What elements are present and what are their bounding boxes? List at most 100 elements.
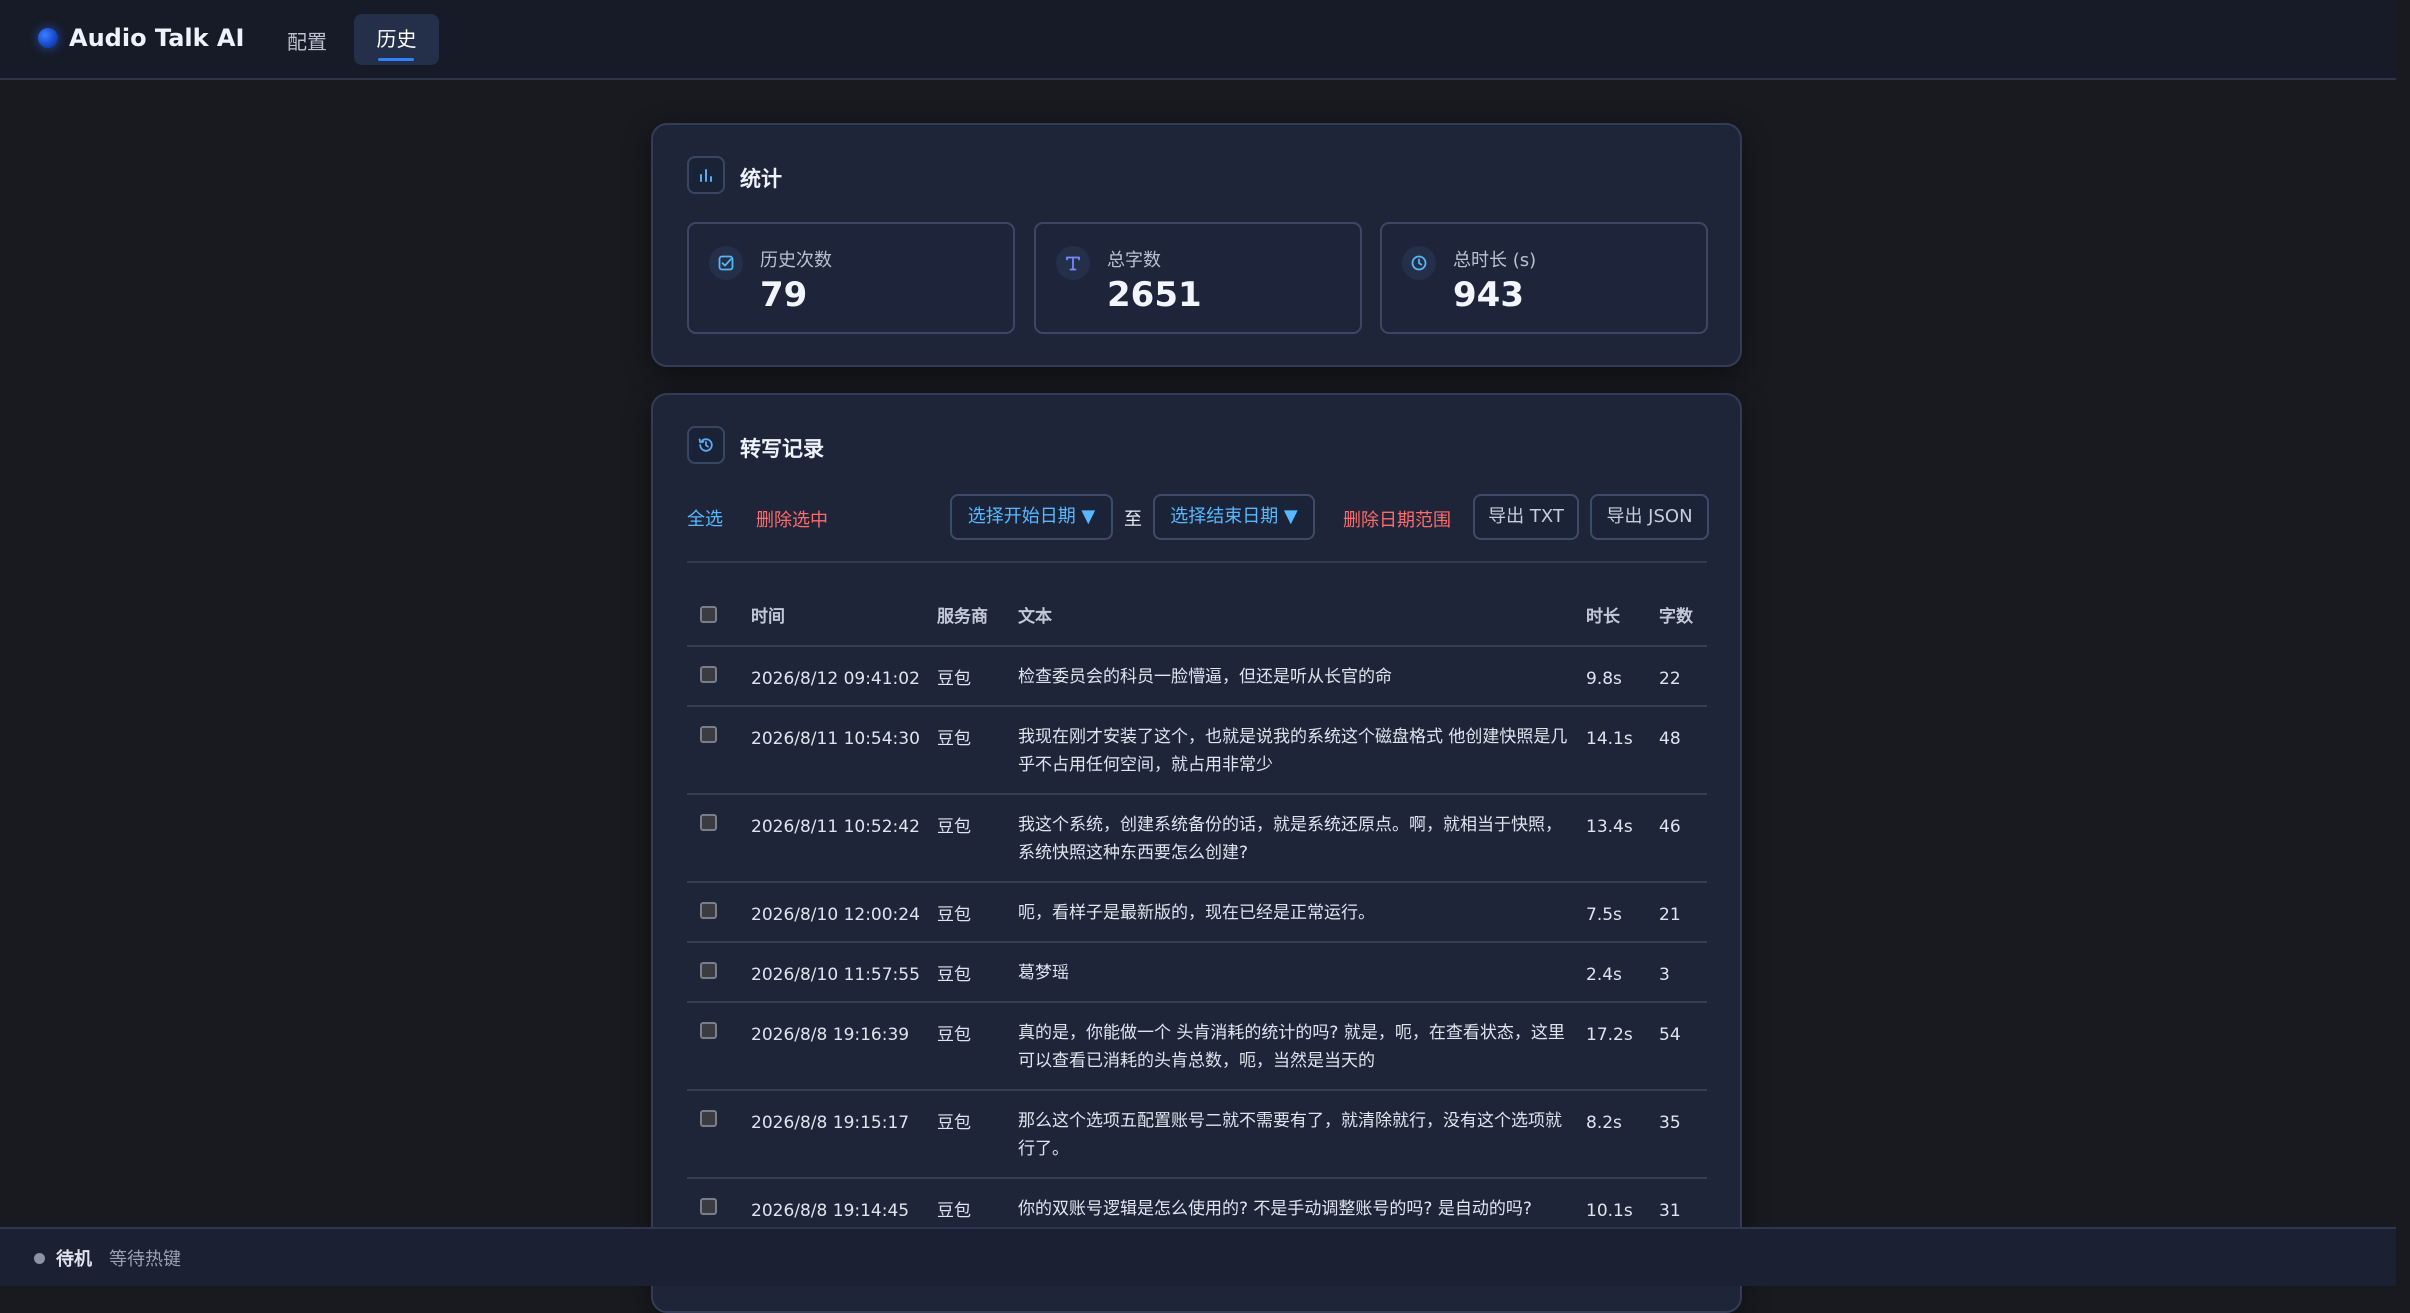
- column-header-chars: 字数: [1659, 583, 1707, 647]
- cell-chars: 46: [1659, 817, 1681, 837]
- status-message: 等待热键: [109, 1249, 181, 1270]
- row-checkbox[interactable]: [700, 1198, 717, 1215]
- cell-duration: 13.4s: [1586, 817, 1633, 837]
- checkbox-icon: [709, 246, 743, 280]
- cell-chars: 22: [1659, 669, 1681, 689]
- cell-provider: 豆包: [937, 669, 971, 689]
- delete-range-button[interactable]: 删除日期范围: [1343, 506, 1451, 532]
- history-icon: [687, 426, 725, 464]
- cell-duration: 2.4s: [1586, 965, 1622, 985]
- cell-chars: 21: [1659, 905, 1681, 925]
- cell-provider: 豆包: [937, 817, 971, 837]
- tab-history-label: 历史: [376, 27, 417, 51]
- status-dot-icon: [34, 1253, 45, 1264]
- status-bar: 待机 等待热键: [0, 1227, 2396, 1286]
- row-checkbox[interactable]: [700, 726, 717, 743]
- cell-chars: 3: [1659, 965, 1670, 985]
- cell-duration: 17.2s: [1586, 1025, 1633, 1045]
- cell-chars: 54: [1659, 1025, 1681, 1045]
- cell-provider: 豆包: [937, 729, 971, 749]
- stat-label: 总时长 (s): [1453, 250, 1537, 271]
- records-card: 转写记录 全选 删除选中 选择开始日期 ▼ 至 选择结束日期 ▼ 删除日期范围 …: [651, 393, 1742, 1313]
- records-table: 时间 服务商 文本 时长 字数 2026/8/12 09:41:02 豆包 检查委员…: [687, 583, 1707, 1239]
- cell-text: 葛梦瑶: [1018, 963, 1069, 983]
- tab-config[interactable]: 配置: [287, 26, 327, 55]
- clock-icon: [1402, 246, 1436, 280]
- column-header-provider: 服务商: [937, 583, 1018, 647]
- cell-text: 真的是，你能做一个 头肯消耗的统计的吗? 就是，呃，在查看状态，这里可以查看已消…: [1018, 1023, 1565, 1071]
- export-txt-button[interactable]: 导出 TXT: [1473, 494, 1579, 540]
- cell-duration: 14.1s: [1586, 729, 1633, 749]
- cell-provider: 豆包: [937, 1025, 971, 1045]
- date-range-separator: 至: [1124, 509, 1142, 530]
- toolbar-divider: [687, 561, 1707, 563]
- column-header-text: 文本: [1018, 583, 1586, 647]
- row-checkbox[interactable]: [700, 902, 717, 919]
- stat-total-chars: 总字数 2651: [1034, 222, 1362, 334]
- cell-time: 2026/8/8 19:15:17: [751, 1113, 910, 1133]
- tab-history[interactable]: 历史: [354, 14, 439, 65]
- row-checkbox[interactable]: [700, 1022, 717, 1039]
- app-title: Audio Talk AI: [69, 24, 245, 52]
- row-checkbox[interactable]: [700, 814, 717, 831]
- cell-time: 2026/8/11 10:52:42: [751, 817, 920, 837]
- cell-time: 2026/8/10 12:00:24: [751, 905, 920, 925]
- table-row[interactable]: 2026/8/12 09:41:02 豆包 检查委员会的科员一脸懵逼，但还是听从长官…: [687, 646, 1707, 707]
- cell-time: 2026/8/11 10:54:30: [751, 729, 920, 749]
- cell-provider: 豆包: [937, 1201, 971, 1221]
- table-row[interactable]: 2026/8/8 19:16:39 豆包 真的是，你能做一个 头肯消耗的统计的吗? …: [687, 1002, 1707, 1091]
- bar-chart-icon: [687, 156, 725, 194]
- cell-text: 呃，看样子是最新版的，现在已经是正常运行。: [1018, 903, 1375, 923]
- stat-value: 2651: [1107, 275, 1202, 315]
- cell-duration: 8.2s: [1586, 1113, 1622, 1133]
- table-row[interactable]: 2026/8/11 10:54:30 豆包 我现在刚才安装了这个，也就是说我的系统这…: [687, 706, 1707, 795]
- column-header-duration: 时长: [1586, 583, 1659, 647]
- column-header-time: 时间: [751, 583, 937, 647]
- select-all-button[interactable]: 全选: [687, 505, 723, 531]
- cell-text: 我现在刚才安装了这个，也就是说我的系统这个磁盘格式 他创建快照是几乎不占用任何空…: [1018, 727, 1568, 775]
- table-row[interactable]: 2026/8/10 12:00:24 豆包 呃，看样子是最新版的，现在已经是正常运行…: [687, 882, 1707, 943]
- cell-chars: 35: [1659, 1113, 1681, 1133]
- export-json-button[interactable]: 导出 JSON: [1590, 494, 1709, 540]
- table-row[interactable]: 2026/8/11 10:52:42 豆包 我这个系统，创建系统备份的话，就是系统还…: [687, 794, 1707, 883]
- stat-value: 79: [760, 275, 808, 315]
- stats-card: 统计 历史次数 79 总字数 2651 总时长 (s) 943: [651, 123, 1742, 367]
- select-all-checkbox[interactable]: [700, 606, 717, 623]
- window-edge: [2396, 0, 2410, 1284]
- cell-time: 2026/8/10 11:57:55: [751, 965, 920, 985]
- end-date-picker[interactable]: 选择结束日期 ▼: [1153, 494, 1315, 540]
- status-state: 待机: [56, 1249, 92, 1270]
- text-icon: [1056, 246, 1090, 280]
- stat-label: 历史次数: [760, 250, 832, 271]
- row-checkbox[interactable]: [700, 666, 717, 683]
- active-tab-indicator: [378, 58, 414, 61]
- cell-time: 2026/8/8 19:14:45: [751, 1201, 910, 1221]
- stat-label: 总字数: [1107, 250, 1161, 271]
- cell-text: 那么这个选项五配置账号二就不需要有了，就清除就行，没有这个选项就行了。: [1018, 1111, 1562, 1159]
- cell-provider: 豆包: [937, 1113, 971, 1133]
- cell-provider: 豆包: [937, 905, 971, 925]
- stat-history-count: 历史次数 79: [687, 222, 1015, 334]
- stat-value: 943: [1453, 275, 1524, 315]
- start-date-picker[interactable]: 选择开始日期 ▼: [950, 494, 1113, 540]
- cell-text: 我这个系统，创建系统备份的话，就是系统还原点。啊，就相当于快照，系统快照这种东西…: [1018, 815, 1562, 863]
- logo-dot-icon: [38, 28, 58, 48]
- cell-chars: 31: [1659, 1201, 1681, 1221]
- top-bar: Audio Talk AI 配置 历史: [0, 0, 2396, 80]
- table-row[interactable]: 2026/8/8 19:15:17 豆包 那么这个选项五配置账号二就不需要有了，就清…: [687, 1090, 1707, 1179]
- stat-total-duration: 总时长 (s) 943: [1380, 222, 1708, 334]
- cell-text: 检查委员会的科员一脸懵逼，但还是听从长官的命: [1018, 667, 1392, 687]
- row-checkbox[interactable]: [700, 962, 717, 979]
- stats-title: 统计: [740, 167, 782, 191]
- cell-duration: 7.5s: [1586, 905, 1622, 925]
- cell-chars: 48: [1659, 729, 1681, 749]
- table-row[interactable]: 2026/8/10 11:57:55 豆包 葛梦瑶 2.4s 3: [687, 942, 1707, 1003]
- cell-duration: 10.1s: [1586, 1201, 1633, 1221]
- records-title: 转写记录: [740, 437, 824, 461]
- cell-duration: 9.8s: [1586, 669, 1622, 689]
- cell-time: 2026/8/8 19:16:39: [751, 1025, 910, 1045]
- cell-provider: 豆包: [937, 965, 971, 985]
- delete-selected-button[interactable]: 删除选中: [756, 506, 828, 532]
- row-checkbox[interactable]: [700, 1110, 717, 1127]
- cell-time: 2026/8/12 09:41:02: [751, 669, 920, 689]
